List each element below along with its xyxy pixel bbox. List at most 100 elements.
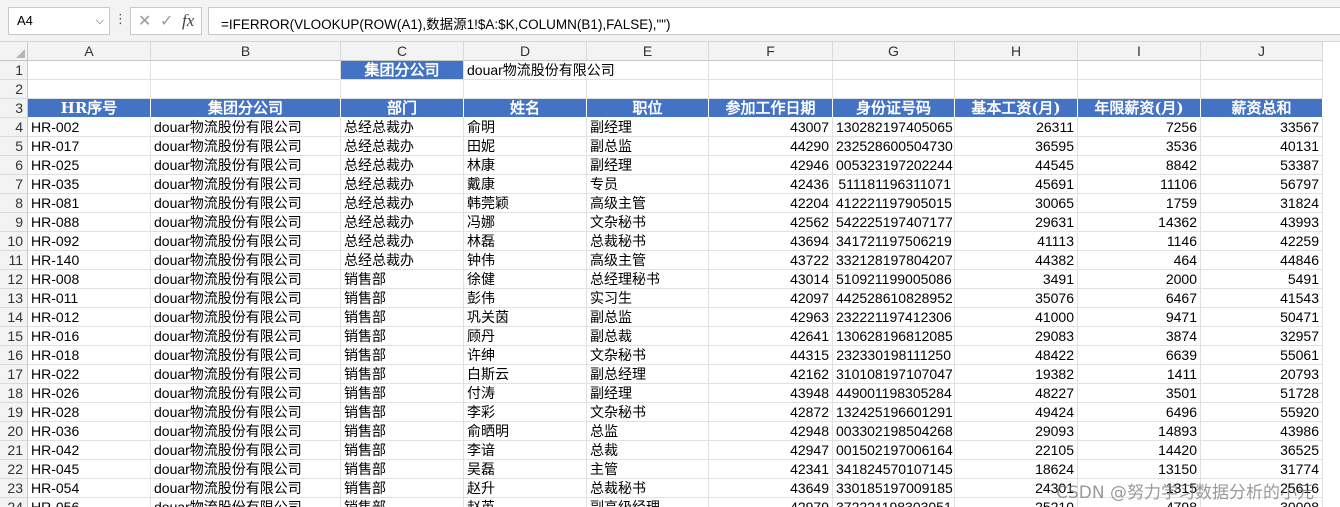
table-cell[interactable]: 510921199005086 bbox=[833, 270, 955, 289]
row-header-11[interactable]: 11 bbox=[0, 251, 28, 270]
table-cell[interactable]: 总经总裁办 bbox=[341, 156, 464, 175]
table-cell[interactable]: 511181196311071 bbox=[833, 175, 955, 194]
table-cell[interactable]: 13150 bbox=[1078, 460, 1201, 479]
table-cell[interactable]: 销售部 bbox=[341, 289, 464, 308]
table-cell[interactable]: 副总监 bbox=[587, 308, 709, 327]
table-cell[interactable]: 19382 bbox=[955, 365, 1078, 384]
table-cell[interactable]: 29093 bbox=[955, 422, 1078, 441]
row-header-1[interactable]: 1 bbox=[0, 61, 28, 80]
table-cell[interactable]: 销售部 bbox=[341, 346, 464, 365]
table-cell[interactable]: 总经总裁办 bbox=[341, 232, 464, 251]
table-cell[interactable]: douar物流股份有限公司 bbox=[151, 441, 341, 460]
header-cell[interactable]: 姓名 bbox=[464, 99, 587, 118]
table-cell[interactable]: 40131 bbox=[1201, 137, 1323, 156]
table-cell[interactable]: 43993 bbox=[1201, 213, 1323, 232]
table-cell[interactable]: 44382 bbox=[955, 251, 1078, 270]
empty-cell[interactable] bbox=[151, 80, 341, 99]
chevron-down-icon[interactable]: ⌵ bbox=[96, 14, 104, 28]
table-cell[interactable]: 42097 bbox=[709, 289, 833, 308]
table-cell[interactable]: 43948 bbox=[709, 384, 833, 403]
row-header-23[interactable]: 23 bbox=[0, 479, 28, 498]
table-cell[interactable]: 32957 bbox=[1201, 327, 1323, 346]
table-cell[interactable]: 42946 bbox=[709, 156, 833, 175]
column-header-c[interactable]: C bbox=[341, 42, 464, 61]
table-cell[interactable]: HR-008 bbox=[28, 270, 151, 289]
table-cell[interactable]: 42948 bbox=[709, 422, 833, 441]
table-cell[interactable]: 徐健 bbox=[464, 270, 587, 289]
row-header-5[interactable]: 5 bbox=[0, 137, 28, 156]
table-cell[interactable]: 14420 bbox=[1078, 441, 1201, 460]
empty-cell[interactable] bbox=[28, 61, 151, 80]
table-cell[interactable]: 330185197009185 bbox=[833, 479, 955, 498]
row-header-9[interactable]: 9 bbox=[0, 213, 28, 232]
table-cell[interactable]: 俞晒明 bbox=[464, 422, 587, 441]
table-cell[interactable]: HR-042 bbox=[28, 441, 151, 460]
header-cell[interactable]: 集团分公司 bbox=[151, 99, 341, 118]
empty-cell[interactable] bbox=[955, 61, 1078, 80]
header-cell[interactable]: 年限薪资(月) bbox=[1078, 99, 1201, 118]
table-cell[interactable]: 332128197804207 bbox=[833, 251, 955, 270]
row-header-15[interactable]: 15 bbox=[0, 327, 28, 346]
table-cell[interactable]: 高级主管 bbox=[587, 194, 709, 213]
check-icon[interactable]: ✓ bbox=[160, 11, 173, 30]
table-cell[interactable]: 42162 bbox=[709, 365, 833, 384]
header-cell[interactable]: 参加工作日期 bbox=[709, 99, 833, 118]
table-cell[interactable]: 销售部 bbox=[341, 308, 464, 327]
table-cell[interactable]: 3874 bbox=[1078, 327, 1201, 346]
table-cell[interactable]: HR-026 bbox=[28, 384, 151, 403]
more-options-icon[interactable]: ⋮ bbox=[114, 12, 127, 27]
table-cell[interactable]: 42979 bbox=[709, 498, 833, 507]
select-all-button[interactable] bbox=[0, 42, 28, 61]
table-cell[interactable]: 副总裁 bbox=[587, 327, 709, 346]
table-cell[interactable]: 43694 bbox=[709, 232, 833, 251]
table-cell[interactable]: 副总经理 bbox=[587, 365, 709, 384]
table-cell[interactable]: HR-028 bbox=[28, 403, 151, 422]
table-cell[interactable]: 7256 bbox=[1078, 118, 1201, 137]
column-header-b[interactable]: B bbox=[151, 42, 341, 61]
table-cell[interactable]: 韩莞颖 bbox=[464, 194, 587, 213]
table-cell[interactable]: 销售部 bbox=[341, 270, 464, 289]
table-cell[interactable]: douar物流股份有限公司 bbox=[151, 118, 341, 137]
table-cell[interactable]: 44290 bbox=[709, 137, 833, 156]
empty-cell[interactable] bbox=[151, 61, 341, 80]
empty-cell[interactable] bbox=[709, 61, 833, 80]
name-box[interactable]: A4 ⌵ bbox=[8, 7, 110, 35]
table-cell[interactable]: douar物流股份有限公司 bbox=[151, 327, 341, 346]
empty-cell[interactable] bbox=[955, 80, 1078, 99]
table-cell[interactable]: 5491 bbox=[1201, 270, 1323, 289]
column-header-g[interactable]: G bbox=[833, 42, 955, 61]
table-cell[interactable]: 442528610828952 bbox=[833, 289, 955, 308]
table-cell[interactable]: 41543 bbox=[1201, 289, 1323, 308]
table-cell[interactable]: 42947 bbox=[709, 441, 833, 460]
empty-cell[interactable] bbox=[1078, 61, 1201, 80]
row-header-21[interactable]: 21 bbox=[0, 441, 28, 460]
company-filter-label[interactable]: 集团分公司 bbox=[341, 61, 464, 80]
table-cell[interactable]: 42259 bbox=[1201, 232, 1323, 251]
table-cell[interactable]: 副经理 bbox=[587, 118, 709, 137]
column-header-h[interactable]: H bbox=[955, 42, 1078, 61]
table-cell[interactable]: 130628196812085 bbox=[833, 327, 955, 346]
table-cell[interactable]: douar物流股份有限公司 bbox=[151, 194, 341, 213]
table-cell[interactable]: 11106 bbox=[1078, 175, 1201, 194]
table-cell[interactable]: 总裁秘书 bbox=[587, 479, 709, 498]
empty-cell[interactable] bbox=[1201, 61, 1323, 80]
table-cell[interactable]: 30065 bbox=[955, 194, 1078, 213]
table-cell[interactable]: 45691 bbox=[955, 175, 1078, 194]
table-cell[interactable]: 3536 bbox=[1078, 137, 1201, 156]
empty-cell[interactable] bbox=[464, 80, 587, 99]
table-cell[interactable]: douar物流股份有限公司 bbox=[151, 175, 341, 194]
table-cell[interactable]: 43014 bbox=[709, 270, 833, 289]
table-cell[interactable]: 文杂秘书 bbox=[587, 213, 709, 232]
table-cell[interactable]: 42436 bbox=[709, 175, 833, 194]
table-cell[interactable]: 主管 bbox=[587, 460, 709, 479]
table-cell[interactable]: 总经理秘书 bbox=[587, 270, 709, 289]
table-cell[interactable]: HR-045 bbox=[28, 460, 151, 479]
header-cell[interactable]: 身份证号码 bbox=[833, 99, 955, 118]
table-cell[interactable]: 销售部 bbox=[341, 384, 464, 403]
table-cell[interactable]: douar物流股份有限公司 bbox=[151, 308, 341, 327]
table-cell[interactable]: douar物流股份有限公司 bbox=[151, 498, 341, 507]
table-cell[interactable]: 132425196601291 bbox=[833, 403, 955, 422]
table-cell[interactable]: 003302198504268 bbox=[833, 422, 955, 441]
row-header-3[interactable]: 3 bbox=[0, 99, 28, 118]
table-cell[interactable]: 14362 bbox=[1078, 213, 1201, 232]
